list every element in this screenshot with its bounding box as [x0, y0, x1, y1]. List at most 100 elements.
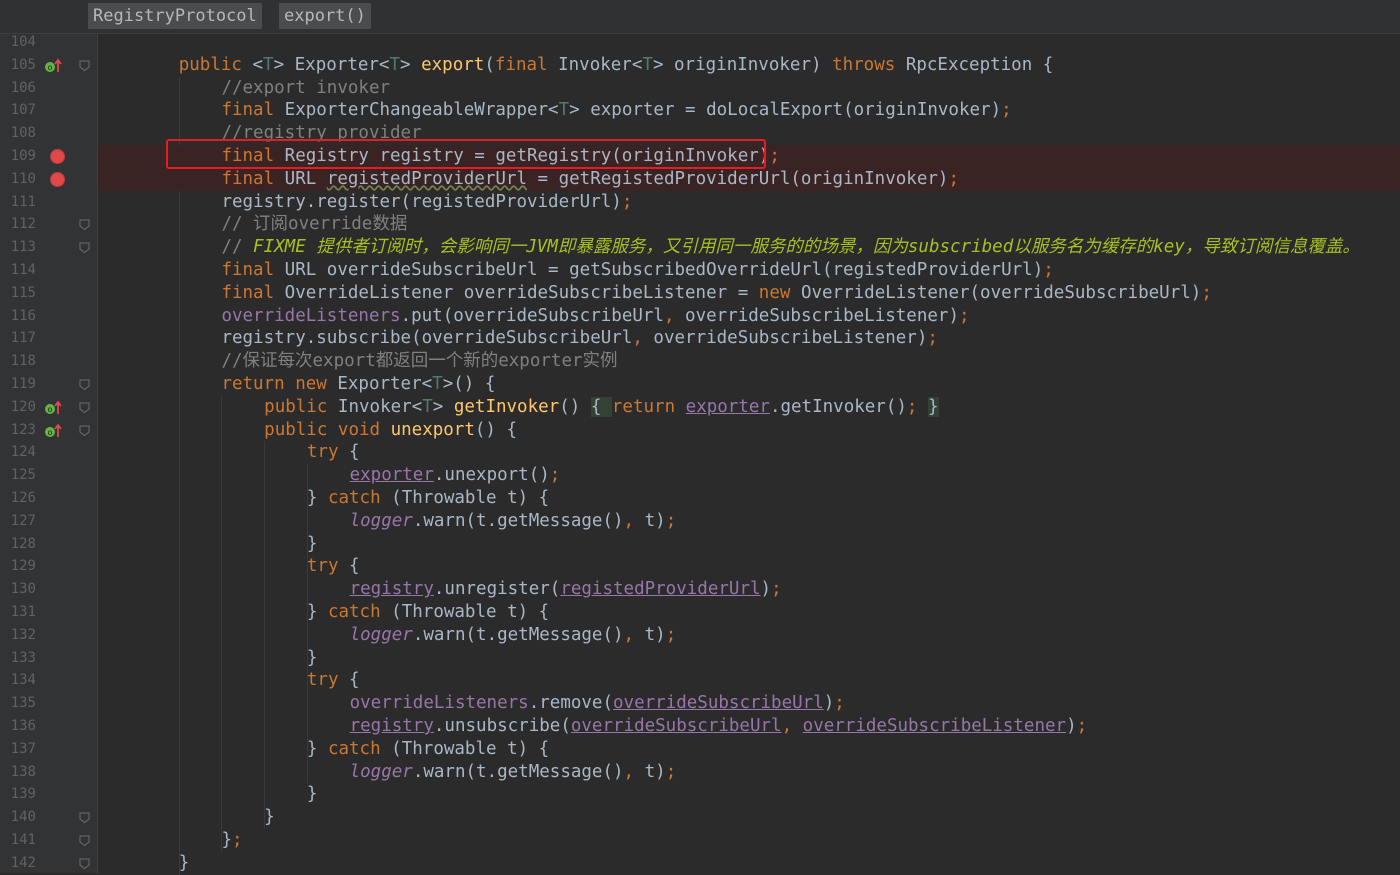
code-token: { — [590, 396, 612, 417]
code-token: .warn(t.getMessage() — [412, 510, 624, 531]
code-token: //保证每次export都返回一个新的exporter实例 — [221, 351, 618, 372]
code-line[interactable]: final URL overrideSubscribeUrl = getSubs… — [98, 259, 1400, 282]
code-line[interactable]: logger.warn(t.getMessage(), t); — [98, 624, 1400, 647]
code-text: //保证每次export都返回一个新的exporter实例 — [221, 350, 617, 373]
code-text: return new Exporter<T>() { — [221, 373, 495, 396]
line-number: 136 — [10, 718, 36, 734]
code-token: > exporter = doLocalExport(originInvoker… — [569, 100, 1002, 121]
code-line[interactable]: overrideListeners.put(overrideSubscribeU… — [98, 305, 1400, 328]
override-up-icon[interactable]: o — [44, 423, 64, 439]
code-token: overrideSubscribeUrl — [570, 716, 782, 736]
code-token: ; — [665, 761, 677, 782]
code-line[interactable]: } catch (Throwable t) { — [98, 487, 1400, 510]
code-token: catch — [327, 602, 392, 622]
code-line[interactable]: return new Exporter<T>() { — [98, 373, 1400, 396]
code-line[interactable]: registry.unsubscribe(overrideSubscribeUr… — [98, 715, 1400, 738]
code-token: overrideListeners — [349, 693, 529, 714]
fold-icon[interactable] — [78, 378, 91, 391]
editor-gutter[interactable]: 104 105 o 106 107 108 109 110 111 112 113 114 115 116… — [0, 34, 98, 873]
code-line-breakpoint[interactable]: final URL registedProviderUrl = getRegis… — [98, 167, 1400, 191]
code-text: } catch (Throwable t) { — [307, 601, 549, 624]
code-line[interactable]: //export invoker — [98, 77, 1400, 100]
code-line[interactable]: logger.warn(t.getMessage(), t); — [98, 761, 1400, 784]
code-token: final — [221, 168, 285, 189]
breadcrumb-method[interactable]: export() — [279, 3, 371, 29]
code-token: OverrideListener overrideSubscribeListen… — [284, 282, 759, 303]
code-text: overrideListeners.remove(overrideSubscri… — [350, 692, 845, 715]
breakpoint-icon[interactable] — [50, 149, 65, 164]
code-line[interactable]: final OverrideListener overrideSubscribe… — [98, 282, 1400, 305]
code-token: ) — [760, 579, 772, 600]
override-up-icon[interactable]: o — [44, 400, 64, 416]
fold-icon[interactable] — [78, 59, 91, 72]
code-text: registry.register(registedProviderUrl); — [221, 191, 632, 214]
code-line[interactable]: try { — [98, 669, 1400, 692]
line-number: 120 — [10, 398, 36, 415]
code-line[interactable]: registry.subscribe(overrideSubscribeUrl,… — [98, 327, 1400, 350]
line-number: 138 — [10, 763, 36, 780]
code-text: //export invoker — [221, 77, 390, 100]
code-line[interactable] — [98, 31, 1400, 54]
code-line[interactable]: } catch (Throwable t) { — [98, 601, 1400, 624]
code-token: .warn(t.getMessage() — [412, 761, 624, 782]
code-line[interactable]: public Invoker<T> getInvoker() { return … — [98, 396, 1400, 419]
code-text: } catch (Throwable t) { — [307, 487, 549, 510]
line-number: 115 — [10, 284, 36, 301]
fold-icon[interactable] — [78, 834, 91, 847]
code-text: // 订阅override数据 — [221, 213, 407, 236]
code-text: logger.warn(t.getMessage(), t); — [350, 761, 677, 784]
code-line[interactable]: public <T> Exporter<T> export(final Invo… — [98, 54, 1400, 77]
code-text: } catch (Throwable t) { — [307, 738, 549, 761]
code-text: try { — [307, 441, 360, 464]
fold-icon[interactable] — [78, 424, 91, 437]
code-line[interactable]: } — [98, 783, 1400, 806]
fold-icon[interactable] — [78, 218, 91, 231]
code-line[interactable]: public void unexport() { — [98, 419, 1400, 442]
code-line[interactable]: registry.register(registedProviderUrl); — [98, 191, 1400, 214]
breakpoint-icon[interactable] — [50, 171, 65, 187]
line-number: 112 — [10, 216, 36, 233]
line-number: 140 — [10, 809, 36, 826]
line-number: 118 — [10, 353, 36, 370]
code-line[interactable]: }; — [98, 829, 1400, 852]
code-text: registry.unsubscribe(overrideSubscribeUr… — [350, 715, 1088, 738]
code-token: RpcException { — [905, 54, 1054, 75]
code-line[interactable]: } — [98, 647, 1400, 670]
code-token: // — [221, 237, 254, 258]
code-token: public — [264, 396, 338, 417]
code-token: try — [306, 442, 350, 463]
code-line[interactable]: logger.warn(t.getMessage(), t); — [98, 510, 1400, 533]
code-line[interactable]: // 订阅override数据 — [98, 213, 1400, 236]
fold-icon[interactable] — [78, 811, 91, 824]
code-line[interactable]: final ExporterChangeableWrapper<T> expor… — [98, 99, 1400, 122]
code-line[interactable]: exporter.unexport(); — [98, 464, 1400, 487]
line-number: 105 — [10, 56, 36, 73]
code-line[interactable]: } — [98, 533, 1400, 556]
code-line[interactable]: try { — [98, 441, 1400, 464]
code-token: public — [178, 54, 253, 75]
code-token: logger — [349, 624, 413, 645]
code-line[interactable]: overrideListeners.remove(overrideSubscri… — [98, 692, 1400, 715]
line-number: 137 — [10, 740, 36, 757]
code-text: } — [307, 783, 318, 806]
code-line[interactable]: } catch (Throwable t) { — [98, 738, 1400, 761]
code-line[interactable]: try { — [98, 555, 1400, 578]
svg-text:o: o — [48, 63, 53, 72]
code-token: () — [559, 396, 591, 417]
override-up-icon[interactable]: o — [44, 58, 64, 74]
code-line[interactable]: } — [98, 806, 1400, 829]
breadcrumb-class[interactable]: RegistryProtocol — [88, 3, 262, 29]
code-token: >() { — [442, 374, 496, 394]
code-token: export — [421, 54, 485, 75]
fold-icon[interactable] — [78, 857, 91, 870]
code-line[interactable]: // FIXME 提供者订阅时，会影响同一JVM即暴露服务，又引用同一服务的的场… — [98, 236, 1400, 259]
fold-icon[interactable] — [78, 241, 91, 254]
code-text: final OverrideListener overrideSubscribe… — [221, 282, 1211, 305]
code-line[interactable]: //保证每次export都返回一个新的exporter实例 — [98, 350, 1400, 373]
code-line[interactable]: } — [98, 852, 1400, 875]
fold-icon[interactable] — [78, 401, 91, 414]
svg-text:o: o — [48, 405, 53, 414]
code-line[interactable]: registry.unregister(registedProviderUrl)… — [98, 578, 1400, 601]
code-token: .unsubscribe( — [433, 716, 571, 736]
code-token: OverrideListener(overrideSubscribeUrl) — [800, 282, 1202, 303]
